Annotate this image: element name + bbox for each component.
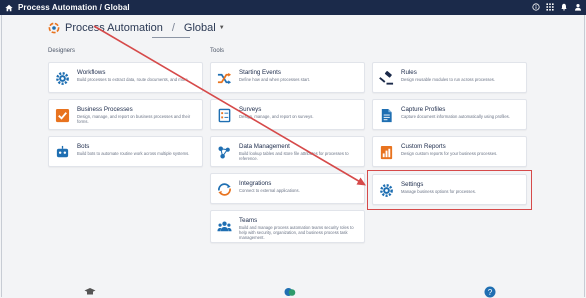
card-description: Build bots to automate routine work acro… xyxy=(77,151,190,156)
section-designers: Designers xyxy=(48,48,76,54)
card-surveys[interactable]: Surveys Design, manage, and report on su… xyxy=(210,99,365,130)
card-description: Design reusable modules to run across pr… xyxy=(401,77,496,82)
card-description: Connect to external applications. xyxy=(239,188,300,193)
help-icon[interactable]: ? xyxy=(484,286,496,298)
home-icon[interactable] xyxy=(5,4,13,12)
section-tools: Tools xyxy=(210,48,225,54)
grid-icon[interactable] xyxy=(546,3,554,11)
robot-icon xyxy=(56,145,69,158)
survey-clipboard-icon xyxy=(218,108,231,123)
card-description: Design, manage, and report on surveys. xyxy=(239,114,314,119)
card-title: Teams xyxy=(239,217,258,224)
card-description: Capture document information automatical… xyxy=(401,114,510,119)
card-title: Integrations xyxy=(239,180,272,187)
card-rules[interactable]: Rules Design reusable modules to run acr… xyxy=(372,62,527,93)
top-bar: Process Automation / Global xyxy=(0,0,586,15)
user-icon[interactable] xyxy=(574,3,582,11)
settings-gear-icon xyxy=(380,184,393,197)
card-starting-events[interactable]: Starting Events Define how and when proc… xyxy=(210,62,365,93)
app-title: Process Automation / Global xyxy=(18,3,130,12)
page-title: Process Automation xyxy=(65,22,163,34)
scope-value: Global xyxy=(183,22,216,34)
integrations-icon xyxy=(218,183,231,196)
card-description: Build and manage process automation team… xyxy=(239,225,354,241)
graduation-cap-icon[interactable] xyxy=(84,286,96,298)
card-business-processes[interactable]: Business Processes Design, manage, and r… xyxy=(48,99,203,130)
report-icon xyxy=(380,145,393,160)
svg-text:?: ? xyxy=(488,288,493,297)
shuffle-icon xyxy=(217,72,232,85)
card-data-management[interactable]: Data Management Build lookup tables and … xyxy=(210,136,365,167)
scope-dropdown[interactable]: Global ▼ xyxy=(184,22,225,34)
bell-icon[interactable] xyxy=(560,3,568,11)
card-bots[interactable]: Bots Build bots to automate routine work… xyxy=(48,136,203,167)
checkbox-icon xyxy=(55,108,70,123)
card-title: Rules xyxy=(401,69,417,76)
card-description: Manage business options for processes. xyxy=(401,189,476,194)
card-workflows[interactable]: Workflows Build processes to extract dat… xyxy=(48,62,203,93)
card-capture-profiles[interactable]: Capture Profiles Capture document inform… xyxy=(372,99,527,130)
card-title: Starting Events xyxy=(239,69,281,76)
card-title: Settings xyxy=(401,181,424,188)
card-description: Design, manage, and report on business p… xyxy=(77,114,191,125)
process-automation-logo-icon xyxy=(48,22,60,34)
card-teams[interactable]: Teams Build and manage process automatio… xyxy=(210,210,365,243)
card-description: Build processes to extract data, route d… xyxy=(77,77,189,82)
card-title: Custom Reports xyxy=(401,143,446,150)
card-integrations[interactable]: Integrations Connect to external applica… xyxy=(210,173,365,204)
card-title: Business Processes xyxy=(77,106,133,113)
breadcrumb-separator: / xyxy=(171,22,175,34)
network-nodes-icon xyxy=(218,146,230,159)
chevron-down-icon: ▼ xyxy=(218,25,225,31)
document-icon xyxy=(381,108,392,123)
card-title: Data Management xyxy=(239,143,290,150)
card-description: Define how and when processes start. xyxy=(239,77,310,82)
community-icon[interactable] xyxy=(284,286,296,298)
card-title: Bots xyxy=(77,143,90,150)
card-description: Design custom reports for your business … xyxy=(401,151,498,156)
card-title: Capture Profiles xyxy=(401,106,446,113)
card-title: Workflows xyxy=(77,69,106,76)
card-description: Build lookup tables and store file attri… xyxy=(239,151,349,162)
team-icon xyxy=(217,221,232,232)
page-header: Process Automation / Global ▼ xyxy=(48,22,225,34)
info-icon[interactable] xyxy=(532,3,540,11)
card-custom-reports[interactable]: Custom Reports Design custom reports for… xyxy=(372,136,527,167)
gear-icon xyxy=(56,72,69,85)
top-bar-icons xyxy=(532,3,582,11)
scope-underline xyxy=(152,37,190,38)
card-title: Surveys xyxy=(239,106,262,113)
card-settings[interactable]: Settings Manage business options for pro… xyxy=(372,174,527,205)
gavel-icon xyxy=(379,71,394,85)
